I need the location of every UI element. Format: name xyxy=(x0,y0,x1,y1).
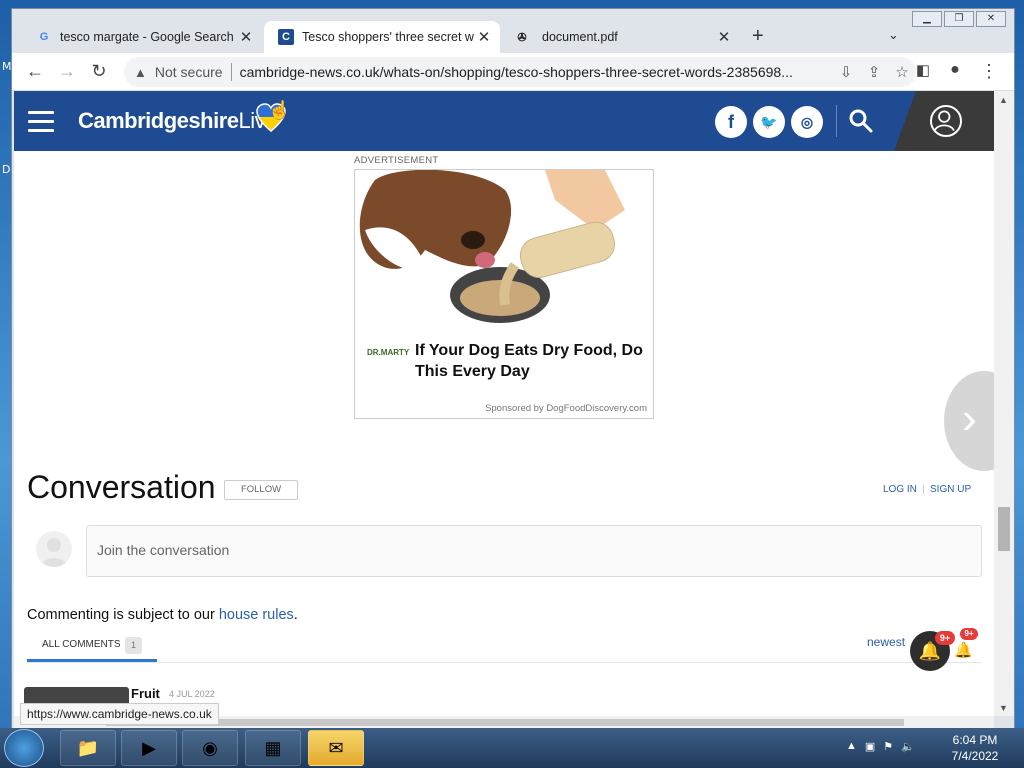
notification-bell-icon[interactable]: 🔔 xyxy=(954,641,973,659)
back-icon[interactable]: ← xyxy=(24,61,46,82)
sort-newest-dropdown[interactable]: newest xyxy=(867,635,905,649)
cambridge-news-icon: C xyxy=(278,29,294,45)
notification-badge: 9+ xyxy=(960,628,978,640)
maximize-button[interactable]: ❐ xyxy=(944,11,974,27)
comment-author[interactable]: Fruit xyxy=(131,686,160,701)
chrome-icon[interactable]: ◉ xyxy=(182,730,238,766)
ad-dog-image xyxy=(355,170,653,330)
site-logo[interactable]: CambridgeshireLive xyxy=(78,108,277,134)
share-icon[interactable]: ⇪ xyxy=(860,63,888,81)
next-article-chevron-right-icon[interactable]: › xyxy=(944,371,994,471)
scrollbar-thumb[interactable] xyxy=(998,507,1010,551)
ad-brand: DR.MARTY xyxy=(367,348,410,357)
close-window-button[interactable]: ✕ xyxy=(976,11,1006,27)
divider xyxy=(230,63,232,81)
signup-link[interactable]: SIGN UP xyxy=(930,484,971,495)
logo-text: Cambridgeshire xyxy=(78,108,239,133)
clock[interactable]: 6:04 PM 7/4/2022 xyxy=(940,732,1010,764)
close-icon[interactable]: ✕ xyxy=(474,28,494,46)
window-controls: ▁ ❐ ✕ xyxy=(912,11,1006,27)
scroll-up-icon[interactable]: ▲ xyxy=(999,95,1008,105)
network-icon[interactable]: ▣ xyxy=(865,740,875,753)
address-bar[interactable]: ▲ Not secure cambridge-news.co.uk/whats-… xyxy=(124,57,916,87)
tab-search-chevron-icon[interactable]: ⌄ xyxy=(888,27,899,43)
control-panel-icon[interactable]: ▦ xyxy=(245,730,301,766)
join-conversation-input[interactable]: Join the conversation xyxy=(86,525,982,577)
system-tray: ▲ ▣ ⚑ 🔈 xyxy=(846,740,915,753)
desktop-label: D xyxy=(2,163,11,176)
minimize-button[interactable]: ▁ xyxy=(912,11,942,27)
hand-cursor-icon: ☝ xyxy=(268,100,291,120)
comment-count-badge: 1 xyxy=(125,637,142,654)
divider xyxy=(836,105,837,137)
forward-icon[interactable]: → xyxy=(56,61,78,82)
notification-badge: 9+ xyxy=(935,631,955,645)
pdf-icon: ✇ xyxy=(517,31,527,44)
side-panel-icon[interactable]: ◧ xyxy=(912,61,934,79)
rules-prefix: Commenting is subject to our xyxy=(27,607,219,623)
google-icon: G xyxy=(39,31,49,43)
taskbar: 📁 ▶ ◉ ▦ ✉ ▲ ▣ ⚑ 🔈 6:04 PM 7/4/2022 xyxy=(0,728,1024,768)
house-rules-link[interactable]: house rules xyxy=(219,607,294,623)
site-header: CambridgeshireLive f 🐦 ◎ xyxy=(14,91,994,151)
tab-title: document.pdf xyxy=(542,30,618,44)
tab-all-comments[interactable]: ALL COMMENTS xyxy=(42,639,121,650)
tab-title: tesco margate - Google Search xyxy=(60,30,234,44)
start-button[interactable] xyxy=(4,729,44,767)
security-label: Not secure xyxy=(154,64,223,80)
ad-headline[interactable]: If Your Dog Eats Dry Food, Do This Every… xyxy=(415,340,645,382)
menu-kebab-icon[interactable]: ⋮ xyxy=(978,61,1000,82)
tab-strip: G tesco margate - Google Search ✕ C Tesc… xyxy=(12,9,1014,53)
hamburger-menu-icon[interactable] xyxy=(28,111,54,138)
ad-banner[interactable]: DR.MARTY If Your Dog Eats Dry Food, Do T… xyxy=(354,169,654,419)
divider xyxy=(27,662,982,663)
new-tab-button[interactable]: + xyxy=(752,25,764,48)
browser-window: G tesco margate - Google Search ✕ C Tesc… xyxy=(11,8,1015,730)
media-player-icon[interactable]: ▶ xyxy=(121,730,177,766)
show-hidden-icons-icon[interactable]: ▲ xyxy=(846,740,857,753)
twitter-icon[interactable]: 🐦 xyxy=(753,106,785,138)
login-link[interactable]: LOG IN xyxy=(883,484,917,495)
close-icon[interactable]: ✕ xyxy=(714,28,734,46)
file-explorer-icon[interactable]: 📁 xyxy=(60,730,116,766)
scroll-down-icon[interactable]: ▼ xyxy=(999,703,1008,713)
warning-icon: ▲ xyxy=(134,64,147,80)
comment-date: 4 JUL 2022 xyxy=(169,689,215,699)
facebook-icon[interactable]: f xyxy=(715,106,747,138)
taskbar-app-icon[interactable]: ✉ xyxy=(308,730,364,766)
vertical-scrollbar[interactable]: ▲ ▼ xyxy=(994,91,1014,716)
follow-button[interactable]: FOLLOW xyxy=(224,480,298,500)
commenter-avatar-icon xyxy=(36,531,72,567)
rules-suffix: . xyxy=(293,607,298,623)
reload-icon[interactable]: ↻ xyxy=(88,61,110,82)
web-page: CambridgeshireLive f 🐦 ◎ ADVERTISEMENT D… xyxy=(14,91,994,716)
browser-toolbar: ← → ↻ ▲ Not secure cambridge-news.co.uk/… xyxy=(12,53,1014,91)
clock-time: 6:04 PM xyxy=(952,733,998,747)
search-icon[interactable] xyxy=(847,107,875,135)
commenting-rules-text: Commenting is subject to our house rules… xyxy=(27,607,298,623)
install-icon[interactable]: ⇩ xyxy=(832,63,860,81)
tab-tesco-article[interactable]: C Tesco shoppers' three secret wor ✕ xyxy=(264,21,500,53)
volume-icon[interactable]: 🔈 xyxy=(901,740,915,753)
instagram-icon[interactable]: ◎ xyxy=(791,106,823,138)
tab-document-pdf[interactable]: ✇ document.pdf ✕ xyxy=(500,21,740,53)
scrollbar-thumb[interactable] xyxy=(106,719,904,726)
action-center-icon[interactable]: ⚑ xyxy=(883,740,893,753)
link-status-bar: https://www.cambridge-news.co.uk xyxy=(20,703,219,725)
conversation-title: Conversation xyxy=(27,469,216,505)
user-avatar-icon[interactable] xyxy=(930,105,962,137)
advertisement-label: ADVERTISEMENT xyxy=(354,155,439,166)
ad-sponsor[interactable]: Sponsored by DogFoodDiscovery.com xyxy=(485,403,647,414)
tab-title: Tesco shoppers' three secret wor xyxy=(302,30,474,44)
close-icon[interactable]: ✕ xyxy=(236,28,256,46)
profile-icon[interactable]: ● xyxy=(944,61,966,79)
url-text[interactable]: cambridge-news.co.uk/whats-on/shopping/t… xyxy=(240,64,832,80)
account-area[interactable] xyxy=(894,91,994,151)
divider: | xyxy=(922,484,925,495)
clock-date: 7/4/2022 xyxy=(951,749,999,763)
tab-google-search[interactable]: G tesco margate - Google Search ✕ xyxy=(22,21,262,53)
